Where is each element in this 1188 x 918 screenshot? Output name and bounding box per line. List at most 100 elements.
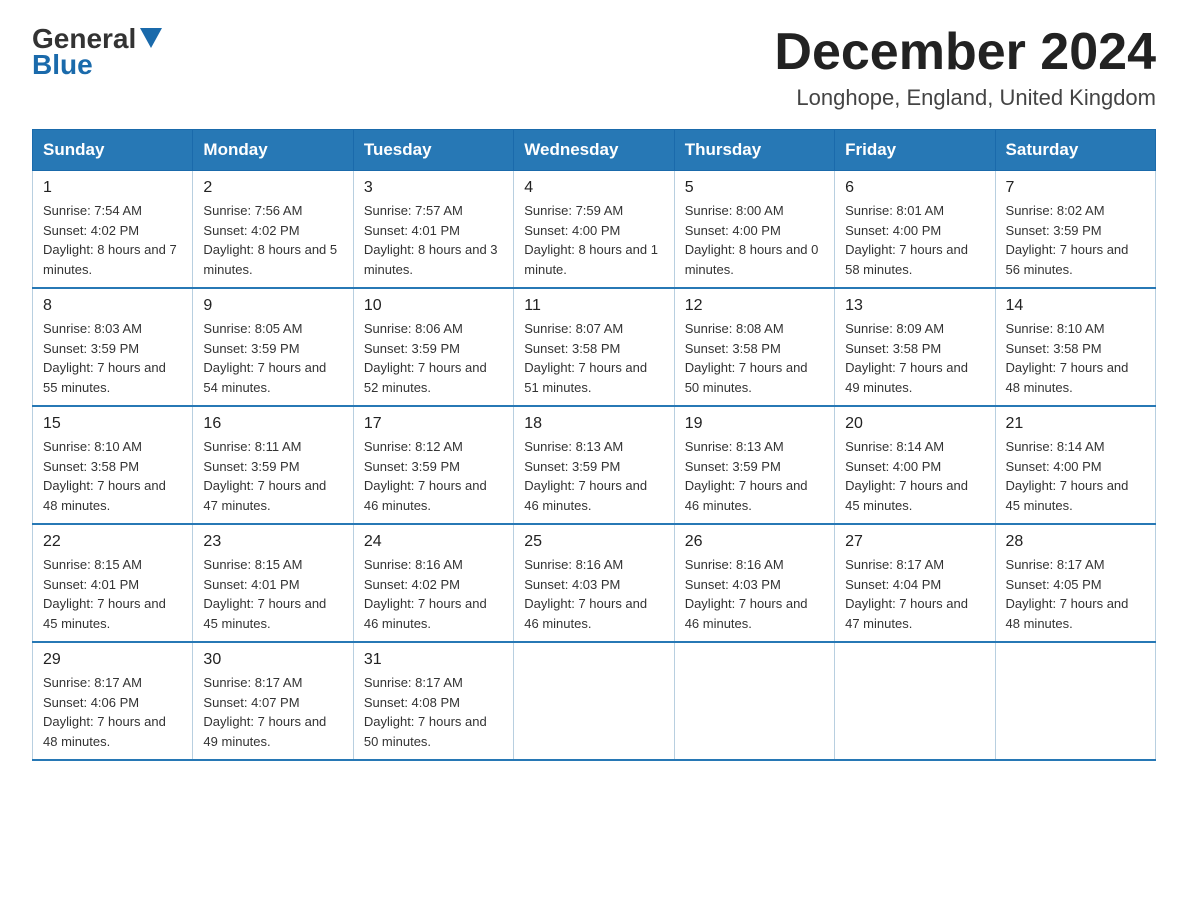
col-monday: Monday	[193, 130, 353, 171]
table-row: 14 Sunrise: 8:10 AMSunset: 3:58 PMDaylig…	[995, 288, 1155, 406]
day-number: 31	[364, 651, 503, 669]
day-info: Sunrise: 8:17 AMSunset: 4:08 PMDaylight:…	[364, 675, 487, 749]
page-header: General Blue December 2024 Longhope, Eng…	[32, 24, 1156, 111]
table-row: 4 Sunrise: 7:59 AMSunset: 4:00 PMDayligh…	[514, 171, 674, 289]
table-row: 26 Sunrise: 8:16 AMSunset: 4:03 PMDaylig…	[674, 524, 834, 642]
day-number: 29	[43, 651, 182, 669]
day-info: Sunrise: 8:15 AMSunset: 4:01 PMDaylight:…	[203, 557, 326, 631]
table-row	[835, 642, 995, 760]
day-number: 3	[364, 179, 503, 197]
day-info: Sunrise: 8:12 AMSunset: 3:59 PMDaylight:…	[364, 439, 487, 513]
day-number: 27	[845, 533, 984, 551]
day-number: 25	[524, 533, 663, 551]
day-info: Sunrise: 8:16 AMSunset: 4:03 PMDaylight:…	[524, 557, 647, 631]
col-tuesday: Tuesday	[353, 130, 513, 171]
table-row: 23 Sunrise: 8:15 AMSunset: 4:01 PMDaylig…	[193, 524, 353, 642]
day-info: Sunrise: 8:14 AMSunset: 4:00 PMDaylight:…	[845, 439, 968, 513]
day-number: 4	[524, 179, 663, 197]
table-row: 6 Sunrise: 8:01 AMSunset: 4:00 PMDayligh…	[835, 171, 995, 289]
day-info: Sunrise: 8:01 AMSunset: 4:00 PMDaylight:…	[845, 203, 968, 277]
day-info: Sunrise: 8:17 AMSunset: 4:06 PMDaylight:…	[43, 675, 166, 749]
table-row: 8 Sunrise: 8:03 AMSunset: 3:59 PMDayligh…	[33, 288, 193, 406]
calendar-week-row: 29 Sunrise: 8:17 AMSunset: 4:06 PMDaylig…	[33, 642, 1156, 760]
table-row: 31 Sunrise: 8:17 AMSunset: 4:08 PMDaylig…	[353, 642, 513, 760]
day-info: Sunrise: 7:59 AMSunset: 4:00 PMDaylight:…	[524, 203, 658, 277]
day-info: Sunrise: 8:08 AMSunset: 3:58 PMDaylight:…	[685, 321, 808, 395]
col-thursday: Thursday	[674, 130, 834, 171]
table-row: 2 Sunrise: 7:56 AMSunset: 4:02 PMDayligh…	[193, 171, 353, 289]
title-section: December 2024 Longhope, England, United …	[774, 24, 1156, 111]
day-number: 6	[845, 179, 984, 197]
table-row: 12 Sunrise: 8:08 AMSunset: 3:58 PMDaylig…	[674, 288, 834, 406]
table-row: 10 Sunrise: 8:06 AMSunset: 3:59 PMDaylig…	[353, 288, 513, 406]
day-number: 1	[43, 179, 182, 197]
day-info: Sunrise: 7:54 AMSunset: 4:02 PMDaylight:…	[43, 203, 177, 277]
day-info: Sunrise: 8:13 AMSunset: 3:59 PMDaylight:…	[685, 439, 808, 513]
table-row: 20 Sunrise: 8:14 AMSunset: 4:00 PMDaylig…	[835, 406, 995, 524]
table-row: 13 Sunrise: 8:09 AMSunset: 3:58 PMDaylig…	[835, 288, 995, 406]
day-number: 10	[364, 297, 503, 315]
day-info: Sunrise: 8:03 AMSunset: 3:59 PMDaylight:…	[43, 321, 166, 395]
day-info: Sunrise: 8:07 AMSunset: 3:58 PMDaylight:…	[524, 321, 647, 395]
day-number: 5	[685, 179, 824, 197]
day-number: 13	[845, 297, 984, 315]
day-number: 20	[845, 415, 984, 433]
day-number: 24	[364, 533, 503, 551]
table-row: 28 Sunrise: 8:17 AMSunset: 4:05 PMDaylig…	[995, 524, 1155, 642]
table-row: 29 Sunrise: 8:17 AMSunset: 4:06 PMDaylig…	[33, 642, 193, 760]
day-info: Sunrise: 8:10 AMSunset: 3:58 PMDaylight:…	[43, 439, 166, 513]
day-info: Sunrise: 8:17 AMSunset: 4:05 PMDaylight:…	[1006, 557, 1129, 631]
day-info: Sunrise: 8:16 AMSunset: 4:02 PMDaylight:…	[364, 557, 487, 631]
table-row: 25 Sunrise: 8:16 AMSunset: 4:03 PMDaylig…	[514, 524, 674, 642]
logo-triangle-icon	[140, 28, 162, 48]
day-info: Sunrise: 8:02 AMSunset: 3:59 PMDaylight:…	[1006, 203, 1129, 277]
calendar-table: Sunday Monday Tuesday Wednesday Thursday…	[32, 129, 1156, 761]
calendar-week-row: 8 Sunrise: 8:03 AMSunset: 3:59 PMDayligh…	[33, 288, 1156, 406]
day-number: 7	[1006, 179, 1145, 197]
table-row: 17 Sunrise: 8:12 AMSunset: 3:59 PMDaylig…	[353, 406, 513, 524]
day-info: Sunrise: 8:06 AMSunset: 3:59 PMDaylight:…	[364, 321, 487, 395]
location: Longhope, England, United Kingdom	[774, 85, 1156, 111]
table-row: 3 Sunrise: 7:57 AMSunset: 4:01 PMDayligh…	[353, 171, 513, 289]
col-wednesday: Wednesday	[514, 130, 674, 171]
table-row: 11 Sunrise: 8:07 AMSunset: 3:58 PMDaylig…	[514, 288, 674, 406]
table-row: 1 Sunrise: 7:54 AMSunset: 4:02 PMDayligh…	[33, 171, 193, 289]
day-number: 12	[685, 297, 824, 315]
calendar-week-row: 22 Sunrise: 8:15 AMSunset: 4:01 PMDaylig…	[33, 524, 1156, 642]
table-row: 27 Sunrise: 8:17 AMSunset: 4:04 PMDaylig…	[835, 524, 995, 642]
calendar-week-row: 1 Sunrise: 7:54 AMSunset: 4:02 PMDayligh…	[33, 171, 1156, 289]
month-title: December 2024	[774, 24, 1156, 81]
table-row: 9 Sunrise: 8:05 AMSunset: 3:59 PMDayligh…	[193, 288, 353, 406]
day-info: Sunrise: 8:00 AMSunset: 4:00 PMDaylight:…	[685, 203, 819, 277]
day-info: Sunrise: 8:09 AMSunset: 3:58 PMDaylight:…	[845, 321, 968, 395]
table-row: 18 Sunrise: 8:13 AMSunset: 3:59 PMDaylig…	[514, 406, 674, 524]
calendar-header-row: Sunday Monday Tuesday Wednesday Thursday…	[33, 130, 1156, 171]
day-number: 16	[203, 415, 342, 433]
day-number: 14	[1006, 297, 1145, 315]
day-info: Sunrise: 8:17 AMSunset: 4:04 PMDaylight:…	[845, 557, 968, 631]
day-number: 19	[685, 415, 824, 433]
day-info: Sunrise: 7:57 AMSunset: 4:01 PMDaylight:…	[364, 203, 498, 277]
col-saturday: Saturday	[995, 130, 1155, 171]
table-row: 16 Sunrise: 8:11 AMSunset: 3:59 PMDaylig…	[193, 406, 353, 524]
day-number: 15	[43, 415, 182, 433]
day-number: 30	[203, 651, 342, 669]
table-row	[995, 642, 1155, 760]
day-number: 8	[43, 297, 182, 315]
day-number: 26	[685, 533, 824, 551]
table-row: 30 Sunrise: 8:17 AMSunset: 4:07 PMDaylig…	[193, 642, 353, 760]
table-row	[514, 642, 674, 760]
table-row: 21 Sunrise: 8:14 AMSunset: 4:00 PMDaylig…	[995, 406, 1155, 524]
day-number: 21	[1006, 415, 1145, 433]
day-number: 22	[43, 533, 182, 551]
day-number: 28	[1006, 533, 1145, 551]
calendar-week-row: 15 Sunrise: 8:10 AMSunset: 3:58 PMDaylig…	[33, 406, 1156, 524]
table-row: 22 Sunrise: 8:15 AMSunset: 4:01 PMDaylig…	[33, 524, 193, 642]
day-info: Sunrise: 8:15 AMSunset: 4:01 PMDaylight:…	[43, 557, 166, 631]
day-number: 11	[524, 297, 663, 315]
table-row: 7 Sunrise: 8:02 AMSunset: 3:59 PMDayligh…	[995, 171, 1155, 289]
day-info: Sunrise: 8:10 AMSunset: 3:58 PMDaylight:…	[1006, 321, 1129, 395]
table-row: 15 Sunrise: 8:10 AMSunset: 3:58 PMDaylig…	[33, 406, 193, 524]
table-row	[674, 642, 834, 760]
day-info: Sunrise: 8:16 AMSunset: 4:03 PMDaylight:…	[685, 557, 808, 631]
